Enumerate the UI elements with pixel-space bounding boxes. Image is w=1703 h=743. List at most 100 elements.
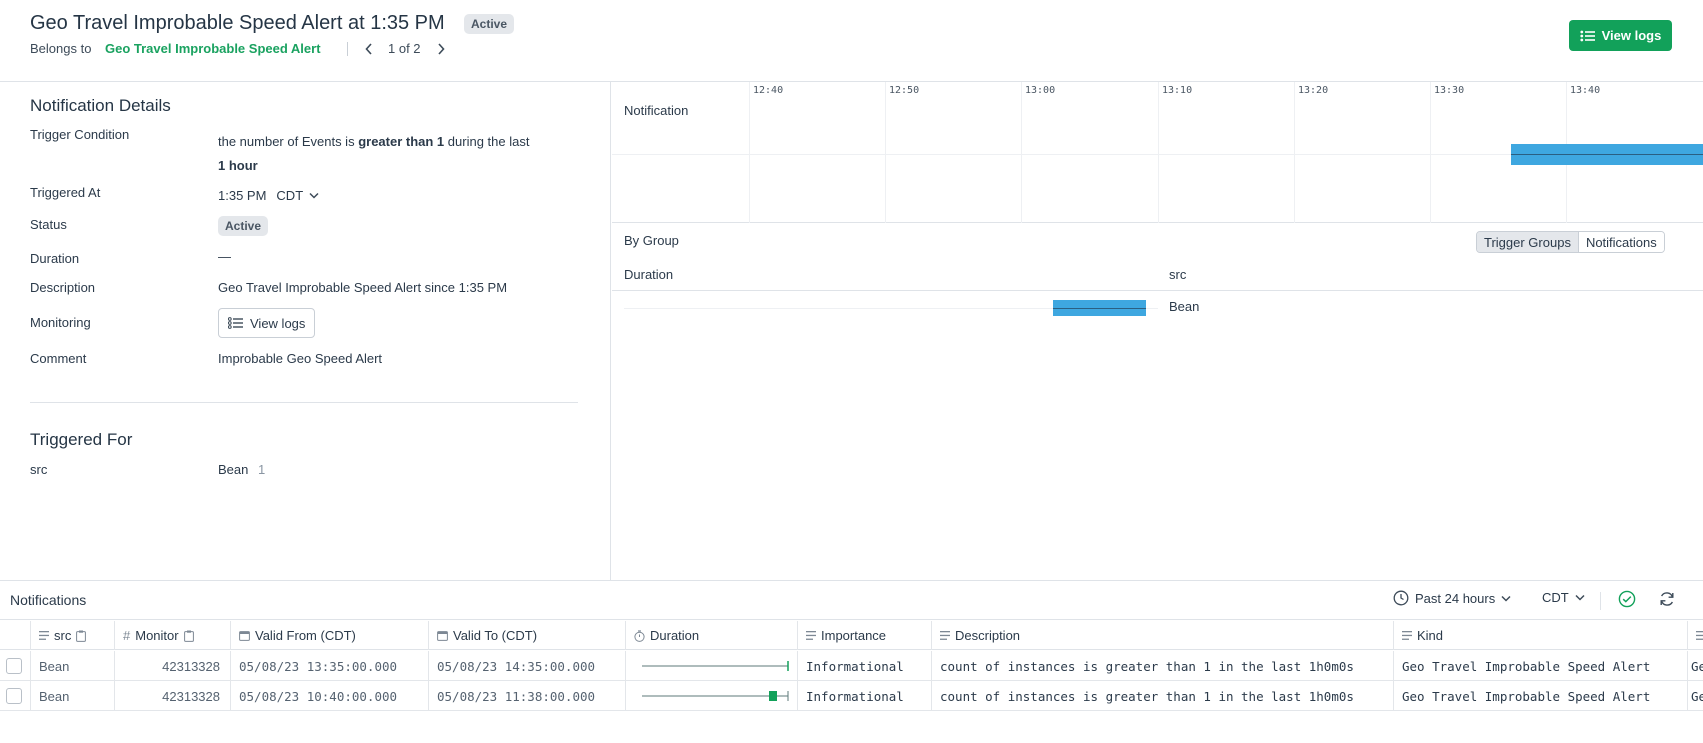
view-logs-label: View logs xyxy=(1601,28,1662,43)
timeline-gridline xyxy=(1430,82,1431,223)
monitoring-view-logs-button[interactable]: View logs xyxy=(218,308,316,338)
cell-overflow: Ge xyxy=(1691,658,1703,674)
row-checkbox[interactable] xyxy=(6,658,22,674)
next-notification-button[interactable] xyxy=(433,40,449,58)
time-range-dropdown[interactable]: Past 24 hours xyxy=(1393,590,1511,606)
triggered-for-title: Triggered For xyxy=(30,430,133,449)
text-type-icon xyxy=(806,631,816,640)
table-row[interactable]: Bean 42313328 05/08/23 13:35:00.000 05/0… xyxy=(0,651,1703,681)
cell-src: Bean xyxy=(31,651,115,681)
column-header-kind[interactable]: Kind xyxy=(1394,621,1688,650)
by-group-header-divider xyxy=(612,290,1703,291)
timeline-notification-bar-line xyxy=(1511,154,1703,155)
column-header-valid-to-label: Valid To (CDT) xyxy=(453,628,538,643)
timeline-gridline xyxy=(749,82,750,223)
timeline-tick: 13:10 xyxy=(1162,85,1193,96)
previous-notification-button[interactable] xyxy=(361,40,377,58)
column-header-src[interactable]: src xyxy=(31,621,115,650)
row-select-cell xyxy=(0,651,31,681)
view-logs-button[interactable]: View logs xyxy=(1569,20,1672,51)
duration-value: — xyxy=(218,249,231,264)
cell-valid-to: 05/08/23 11:38:00.000 xyxy=(429,681,626,711)
timer-icon xyxy=(634,629,645,642)
column-header-description-label: Description xyxy=(955,628,1021,643)
cell-monitor: 42313328 xyxy=(115,651,231,681)
duration-sparkline xyxy=(642,661,789,671)
column-header-importance-label: Importance xyxy=(821,628,887,643)
triggered-at-label: Triggered At xyxy=(30,185,101,200)
column-header-description[interactable]: Description xyxy=(932,621,1394,650)
timezone-select[interactable]: CDT xyxy=(1542,590,1585,605)
tab-trigger-groups[interactable]: Trigger Groups xyxy=(1477,232,1579,252)
cell-importance: Informational xyxy=(798,651,932,681)
refresh-icon xyxy=(1658,590,1676,608)
column-header-valid-to[interactable]: Valid To (CDT) xyxy=(429,621,626,650)
timeline-gridline xyxy=(1294,82,1295,223)
column-header-monitor[interactable]: # Monitor xyxy=(115,621,231,650)
column-header-duration-label: Duration xyxy=(650,628,700,643)
triggered-at-time: 1:35 PM xyxy=(218,188,267,203)
chevron-right-icon xyxy=(437,43,445,55)
text-type-icon xyxy=(940,631,950,640)
chevron-down-icon xyxy=(309,192,319,199)
refresh-button[interactable] xyxy=(1658,590,1676,608)
status-badge: Active xyxy=(464,14,515,34)
cell-duration xyxy=(626,651,798,681)
monitoring-view-logs-label: View logs xyxy=(250,315,306,331)
timezone-dropdown[interactable]: CDT xyxy=(276,188,319,203)
column-header-duration[interactable]: Duration xyxy=(626,621,798,650)
notification-details-title: Notification Details xyxy=(30,96,171,115)
cell-monitor: 42313328 xyxy=(115,681,231,711)
cell-importance: Informational xyxy=(798,681,932,711)
monitoring-label: Monitoring xyxy=(30,315,91,330)
column-header-importance[interactable]: Importance xyxy=(798,621,932,650)
text-type-icon xyxy=(1696,631,1703,640)
tab-notifications[interactable]: Notifications xyxy=(1578,232,1664,252)
cell-overflow: Ge xyxy=(1691,688,1703,704)
timeline-tick: 13:30 xyxy=(1434,85,1465,96)
row-select-cell xyxy=(0,681,31,711)
list-icon xyxy=(228,317,243,329)
comment-label: Comment xyxy=(30,351,87,366)
column-header-src-label: src xyxy=(54,628,72,643)
cell-kind: Geo Travel Improbable Speed Alert xyxy=(1394,681,1688,711)
cell-src: Bean xyxy=(31,681,115,711)
calendar-icon xyxy=(239,630,250,641)
status-value-badge: Active xyxy=(218,216,269,236)
pager-text: 1 of 2 xyxy=(388,41,421,56)
trigger-condition-prefix: the number of Events is xyxy=(218,134,359,149)
by-group-toggle: Trigger Groups Notifications xyxy=(1476,231,1665,253)
timeline-tick: 13:20 xyxy=(1298,85,1329,96)
column-header-duration: Duration xyxy=(624,267,674,282)
column-header-valid-from-label: Valid From (CDT) xyxy=(255,628,356,643)
column-header-kind-label: Kind xyxy=(1417,628,1444,643)
group-duration-bar-line xyxy=(1053,308,1146,309)
toolbar-divider xyxy=(1600,592,1601,610)
trigger-condition-value: the number of Events is greater than 1 d… xyxy=(218,130,588,178)
timeline-gridline xyxy=(885,82,886,223)
clipboard-icon xyxy=(183,630,194,642)
timeline-gridline xyxy=(1021,82,1022,223)
cell-kind: Geo Travel Improbable Speed Alert xyxy=(1394,651,1688,681)
acknowledge-button[interactable] xyxy=(1618,590,1636,608)
monitor-link[interactable]: Geo Travel Improbable Speed Alert xyxy=(105,41,321,56)
clock-icon xyxy=(1393,590,1409,606)
column-header-overflow xyxy=(1688,621,1703,650)
chevron-down-icon xyxy=(1501,595,1511,602)
status-label: Status xyxy=(30,217,67,232)
trigger-condition-suffix: during the last xyxy=(444,134,530,149)
monitoring-view-logs-inner: View logs xyxy=(218,308,316,338)
table-row[interactable]: Bean 42313328 05/08/23 10:40:00.000 05/0… xyxy=(0,681,1703,711)
column-header-valid-from[interactable]: Valid From (CDT) xyxy=(231,621,429,650)
timeline-tick: 12:50 xyxy=(889,85,920,96)
column-header-monitor-label: Monitor xyxy=(135,628,179,643)
row-checkbox[interactable] xyxy=(6,688,22,704)
notifications-toolbar: Notifications Past 24 hours CDT xyxy=(0,580,1703,620)
timezone-label: CDT xyxy=(276,188,304,203)
calendar-icon xyxy=(437,630,448,641)
comment-value: Improbable Geo Speed Alert xyxy=(218,351,383,366)
timeline-gridline xyxy=(1158,82,1159,223)
cell-duration xyxy=(626,681,798,711)
cell-description: count of instances is greater than 1 in … xyxy=(932,651,1394,681)
list-icon xyxy=(1580,30,1595,42)
